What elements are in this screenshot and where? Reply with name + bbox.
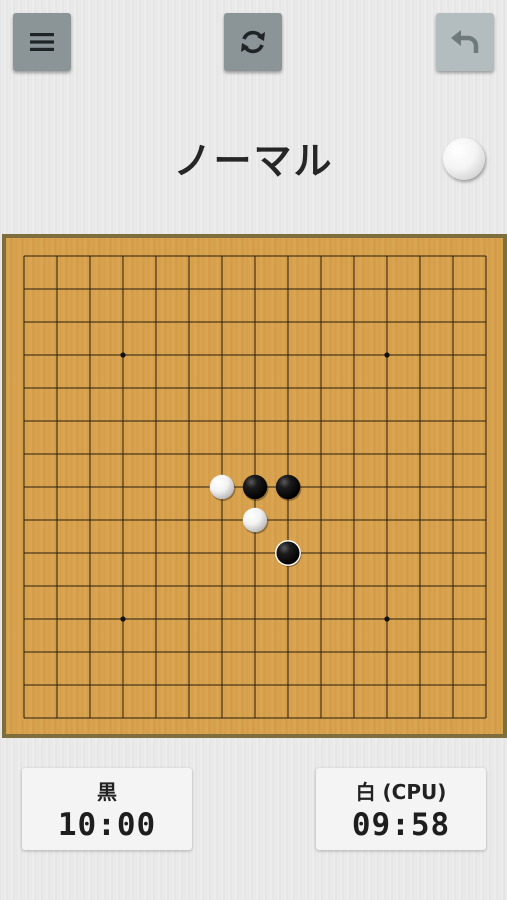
white-player-label: 白 (CPU) bbox=[355, 780, 447, 804]
restart-button[interactable] bbox=[224, 13, 282, 71]
board-grid[interactable] bbox=[6, 238, 503, 734]
menu-button[interactable] bbox=[13, 13, 71, 71]
undo-button[interactable] bbox=[436, 13, 494, 71]
turn-indicator-stone bbox=[443, 138, 485, 180]
game-mode-title: ノーマル bbox=[173, 139, 334, 183]
star-point bbox=[120, 616, 126, 622]
undo-arrow-icon bbox=[451, 30, 479, 53]
star-point bbox=[384, 616, 390, 622]
white-clock-panel: 白 (CPU) 09:58 bbox=[316, 768, 486, 850]
refresh-icon bbox=[241, 30, 265, 54]
black-stone bbox=[242, 474, 268, 500]
game-board[interactable] bbox=[2, 234, 507, 738]
star-point bbox=[120, 352, 126, 358]
black-player-label: 黒 bbox=[97, 780, 117, 804]
hamburger-icon bbox=[30, 33, 54, 51]
white-stone bbox=[242, 507, 268, 533]
white-stone bbox=[209, 474, 235, 500]
white-time: 09:58 bbox=[351, 807, 451, 843]
black-time: 10:00 bbox=[57, 807, 157, 843]
black-stone bbox=[275, 474, 301, 500]
star-point bbox=[384, 352, 390, 358]
black-stone bbox=[275, 540, 301, 566]
black-clock-panel: 黒 10:00 bbox=[22, 768, 192, 850]
